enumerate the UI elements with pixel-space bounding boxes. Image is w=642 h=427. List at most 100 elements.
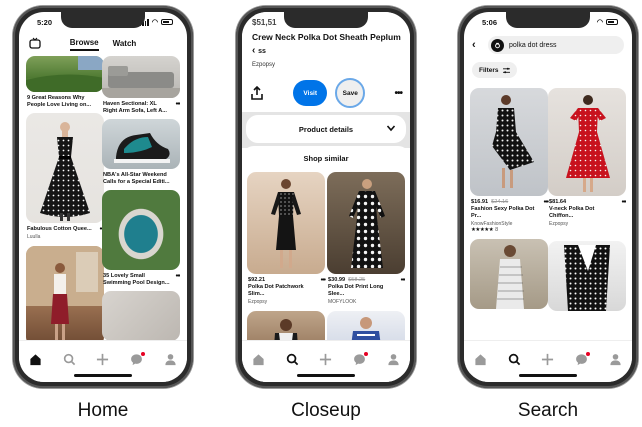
more-icon[interactable]: ••• [176,101,180,108]
profile-icon[interactable] [607,351,623,367]
visit-button[interactable]: Visit [293,80,328,106]
more-icon[interactable]: ••• [321,277,326,284]
search-input[interactable]: polka dot dress [488,36,624,54]
notch [61,12,145,28]
plus-icon[interactable] [318,351,334,367]
product-image[interactable] [470,239,548,309]
product-price: $81.64 ••• [549,199,626,206]
product-image[interactable] [327,311,405,340]
battery-icon [606,19,618,25]
search-icon[interactable] [284,351,300,367]
pin-image[interactable] [102,291,180,340]
shop-similar-title: Shop similar [303,154,349,163]
more-icon[interactable]: ••• [176,273,180,280]
pin-caption: NBA's All-Star Weekend Calls for a Speci… [103,172,170,185]
home-indicator [297,374,355,377]
similar-grid: $92.21 ••• Polka Dot Patchwork Slim... Ez… [247,172,405,340]
phone-closeup: $51,51 Crew Neck Polka Dot Sheath Peplum… [236,6,416,388]
notch [284,12,368,28]
status-time: 5:20 [37,17,53,27]
wifi-icon: ◠ [151,19,158,26]
home-indicator [519,374,577,377]
profile-icon[interactable] [162,351,178,367]
similar-column-right: $30.99 $58.25 ••• Polka Dot Print Long Sle… [327,172,405,340]
pin-image[interactable] [102,56,180,98]
pin-image[interactable] [102,119,180,169]
screen-closeup: $51,51 Crew Neck Polka Dot Sheath Peplum… [242,12,410,382]
product-details-label: Product details [298,124,354,134]
pin-caption: Haven Sectional: XL Right Arm Sofa, Left… [103,101,180,114]
product-store: MOFYLOOK [328,299,357,305]
pin-column-right: Haven Sectional: XL Right Arm Sofa, Left… [102,56,180,340]
messages-icon[interactable] [129,351,145,367]
notification-dot [140,352,145,356]
scrolled-price: $51,51 [252,18,277,27]
search-icon[interactable] [506,351,522,367]
product-image[interactable] [548,88,626,196]
product-store: Ezpopsy [248,299,268,305]
product-name: V-neck Polka Dot Chiffon... [549,206,595,219]
pin-caption: Fabulous Cotton Quee...••• [27,226,105,233]
notification-dot [585,352,590,356]
tv-icon[interactable] [29,37,41,49]
share-icon[interactable] [250,86,264,100]
pin-image[interactable] [102,190,180,270]
pin-image[interactable] [26,113,104,223]
product-price: $30.99 $58.25 ••• [328,277,405,284]
label-search: Search [517,400,579,421]
original-price: $58.25 [348,277,366,283]
rating-count: 8 [495,227,499,233]
messages-icon[interactable] [574,351,590,367]
product-name: Polka Dot Print Long Slee... [328,284,384,297]
more-icon[interactable]: ••• [394,88,402,99]
more-icon[interactable]: ••• [401,277,405,284]
product-store: Ezpopsy [549,221,569,227]
label-closeup: Closeup [291,400,361,421]
pin-image[interactable] [26,56,104,92]
screen-search: 5:06 ◠ ‹ polka dot dress Filters $16.91 … [464,12,632,382]
original-price: $24.16 [491,199,509,205]
tab-watch[interactable]: Watch [113,39,137,50]
search-bar: ‹ polka dot dress [472,36,624,54]
status-icons: ◠ [139,18,173,26]
results-column-left: $16.91 $24.16 ••• Fashion Sexy Polka Dot P… [470,88,549,309]
home-icon[interactable] [28,351,44,367]
lens-icon[interactable] [491,38,504,52]
plus-icon[interactable] [540,351,556,367]
product-image[interactable] [247,172,325,274]
product-image[interactable] [548,241,626,311]
notch [506,12,590,28]
product-image[interactable] [470,88,548,196]
save-button[interactable]: Save [335,78,366,108]
battery-icon [161,19,173,25]
product-image[interactable] [327,172,405,274]
messages-icon[interactable] [352,351,368,367]
home-icon[interactable] [251,351,267,367]
closeup-header: $51,51 Crew Neck Polka Dot Sheath Peplum… [242,12,410,120]
action-bar: Visit Save ••• [250,78,403,108]
home-icon[interactable] [473,351,489,367]
back-arrow-icon[interactable]: ‹ ss [252,45,266,56]
product-price: $16.91 $24.16 ••• [471,199,549,206]
label-home: Home [77,400,129,421]
pin-image[interactable] [26,246,104,340]
pin-column-left: 9 Great Reasons Why People Love Living o… [26,56,105,340]
pin-caption: 9 Great Reasons Why People Love Living o… [27,95,92,108]
notification-dot [363,352,368,356]
product-details-toggle[interactable]: Product details [246,115,406,143]
product-name: Polka Dot Patchwork Slim... [248,284,304,297]
plus-icon[interactable] [95,351,111,367]
pin-grid: 9 Great Reasons Why People Love Living o… [26,56,180,340]
back-arrow-icon[interactable]: ‹ [472,39,482,51]
product-price: $92.21 ••• [248,277,326,284]
phone-home: 5:20 ◠ Browse Watch 9 Great Reasons Why … [13,6,193,388]
profile-icon[interactable] [385,351,401,367]
search-icon[interactable] [61,351,77,367]
filters-button[interactable]: Filters [472,62,517,78]
pin-title: Crew Neck Polka Dot Sheath Peplum [252,32,401,42]
more-icon[interactable]: ••• [622,199,626,206]
tab-browse[interactable]: Browse [69,38,99,51]
product-image[interactable] [247,311,325,340]
results-column-right: $81.64 ••• V-neck Polka Dot Chiffon... Ez… [548,88,626,311]
home-indicator [74,374,132,377]
